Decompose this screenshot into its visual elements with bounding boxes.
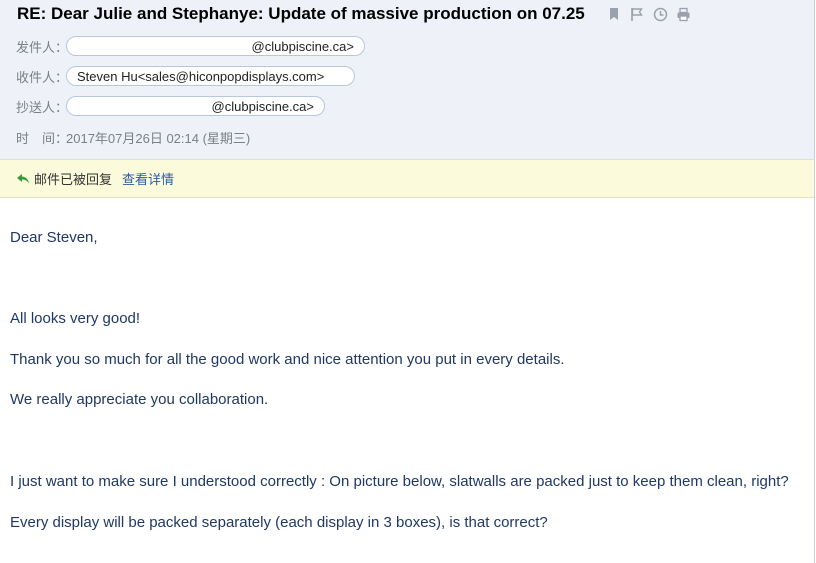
cc-address: @clubpiscine.ca> <box>211 98 314 114</box>
email-header: RE: Dear Julie and Stephanye: Update of … <box>0 0 815 159</box>
email-subject: RE: Dear Julie and Stephanye: Update of … <box>17 4 585 23</box>
from-address: @clubpiscine.ca> <box>251 38 354 54</box>
body-line-2: Thank you so much for all the good work … <box>10 351 565 368</box>
reply-arrow-icon <box>16 172 30 186</box>
view-details-link[interactable]: 查看详情 <box>122 169 174 188</box>
to-row: 收件人： Steven Hu <sales@hiconpopdisplays.c… <box>16 65 355 87</box>
body-line-1: All looks very good! <box>10 310 141 327</box>
reply-status-text: 邮件已被回复 <box>34 172 113 187</box>
from-row: 发件人： @clubpiscine.ca> <box>16 35 365 57</box>
body-line-4: I just want to make sure I understood co… <box>10 473 789 490</box>
body-line-3: We really appreciate you collaboration. <box>10 391 269 408</box>
time-label: 时 间： <box>16 130 69 146</box>
to-label: 收件人： <box>16 69 69 85</box>
time-value: 2017年07月26日 02:14 (星期三) <box>66 130 251 146</box>
body-line-5: Every display will be packed separately … <box>10 514 548 531</box>
from-label: 发件人： <box>16 39 69 55</box>
reply-status-bar: 邮件已被回复 查看详情 <box>0 159 815 198</box>
cc-row: 抄送人： @clubpiscine.ca> <box>16 95 325 117</box>
from-address-pill[interactable]: @clubpiscine.ca> <box>66 36 365 56</box>
cc-label: 抄送人： <box>16 99 69 115</box>
email-body: Dear Steven, All looks very good! Thank … <box>0 197 815 563</box>
cc-address-pill[interactable]: @clubpiscine.ca> <box>66 96 325 116</box>
to-address-pill[interactable]: Steven Hu <sales@hiconpopdisplays.com> <box>66 66 355 86</box>
header-toolbar <box>606 5 691 23</box>
print-icon[interactable] <box>675 6 691 22</box>
flag-icon[interactable] <box>629 6 645 22</box>
clock-icon[interactable] <box>652 6 668 22</box>
to-name: Steven Hu <box>77 68 138 84</box>
time-row: 时 间： 2017年07月26日 02:14 (星期三) <box>16 126 250 148</box>
to-email: <sales@hiconpopdisplays.com> <box>137 68 325 84</box>
bookmark-icon[interactable] <box>606 6 622 22</box>
body-greeting: Dear Steven, <box>10 229 98 246</box>
